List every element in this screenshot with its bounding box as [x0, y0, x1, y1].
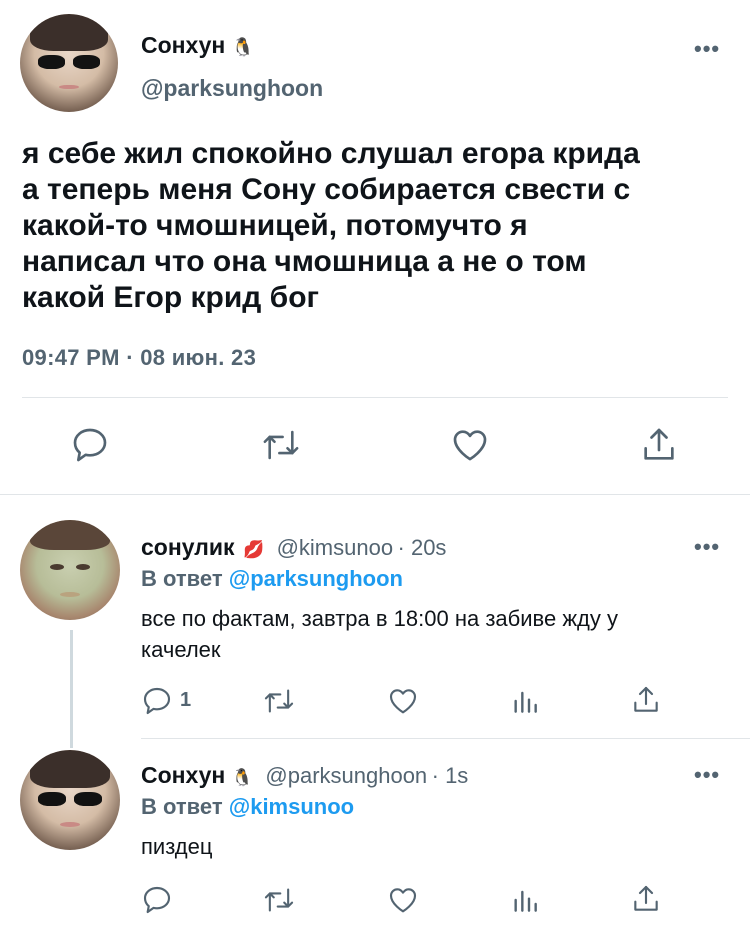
- retweet-icon[interactable]: [262, 685, 296, 717]
- reply-time[interactable]: · 20s: [398, 535, 447, 560]
- reply-icon[interactable]: [141, 884, 173, 916]
- tweet-timestamp[interactable]: 09:47 PM · 08 июн. 23: [22, 345, 256, 371]
- like-icon[interactable]: [386, 685, 420, 717]
- avatar[interactable]: [20, 750, 120, 850]
- mention-link[interactable]: @kimsunoo: [229, 794, 354, 819]
- avatar[interactable]: [20, 14, 118, 112]
- divider: [0, 494, 750, 495]
- more-options-button[interactable]: •••: [694, 36, 720, 62]
- more-options-button[interactable]: •••: [694, 534, 720, 560]
- retweet-icon[interactable]: [262, 884, 296, 916]
- reply-text: пиздец: [141, 831, 731, 862]
- penguin-emoji: 🐧: [231, 37, 255, 57]
- tweet-text-line: какой-то чмошницей, потомучто я: [22, 209, 528, 242]
- share-icon[interactable]: [630, 883, 662, 915]
- divider: [22, 397, 728, 398]
- analytics-icon[interactable]: [509, 685, 541, 717]
- display-name[interactable]: Сонхун: [141, 762, 225, 788]
- reply-time[interactable]: · 1s: [432, 763, 469, 788]
- tweet-text-line: я себе жил спокойно слушал егора крида: [22, 137, 640, 170]
- avatar[interactable]: [20, 520, 120, 620]
- reply-to: В ответ @kimsunoo: [141, 794, 355, 819]
- reply-text-line: все по фактам, завтра в 18:00 на забиве …: [141, 606, 618, 631]
- reply-header: Сонхун 🐧 @parksunghoon · 1s: [141, 762, 468, 789]
- share-icon[interactable]: [630, 684, 662, 716]
- penguin-emoji: 🐧: [231, 768, 253, 787]
- reply-text-line: пиздец: [141, 834, 213, 859]
- retweet-icon[interactable]: [260, 425, 302, 465]
- display-name[interactable]: сонулик: [141, 534, 234, 560]
- display-name[interactable]: Сонхун 🐧: [141, 32, 254, 59]
- more-options-button[interactable]: •••: [694, 762, 720, 788]
- thread-line: [70, 630, 73, 748]
- divider: [141, 738, 750, 739]
- like-icon[interactable]: [386, 884, 420, 916]
- reply-count: 1: [180, 689, 192, 711]
- mention-link[interactable]: @parksunghoon: [229, 566, 403, 591]
- tweet-text-line: а теперь меня Сону собирается свести с: [22, 173, 631, 206]
- like-icon[interactable]: [449, 425, 491, 465]
- tweet-text-line: какой Егор крид бог: [22, 281, 320, 314]
- share-icon[interactable]: [639, 425, 679, 465]
- reply-text-line: качелек: [141, 637, 221, 662]
- reply-header: сонулик 💋 @kimsunoo · 20s: [141, 534, 446, 561]
- handle[interactable]: @kimsunoo: [277, 535, 394, 560]
- handle[interactable]: @parksunghoon: [265, 763, 427, 788]
- tweet-text-line: написал что она чмошница а не о том: [22, 245, 587, 278]
- analytics-icon[interactable]: [509, 884, 541, 916]
- lips-emoji: 💋: [242, 540, 265, 559]
- reply-text: все по фактам, завтра в 18:00 на забиве …: [141, 603, 731, 665]
- tweet-text: я себе жил спокойно слушал егора крида а…: [22, 136, 732, 316]
- reply-to: В ответ @parksunghoon: [141, 566, 403, 591]
- reply-icon[interactable]: [70, 425, 110, 465]
- handle[interactable]: @parksunghoon: [141, 75, 323, 102]
- reply-icon[interactable]: [141, 685, 173, 717]
